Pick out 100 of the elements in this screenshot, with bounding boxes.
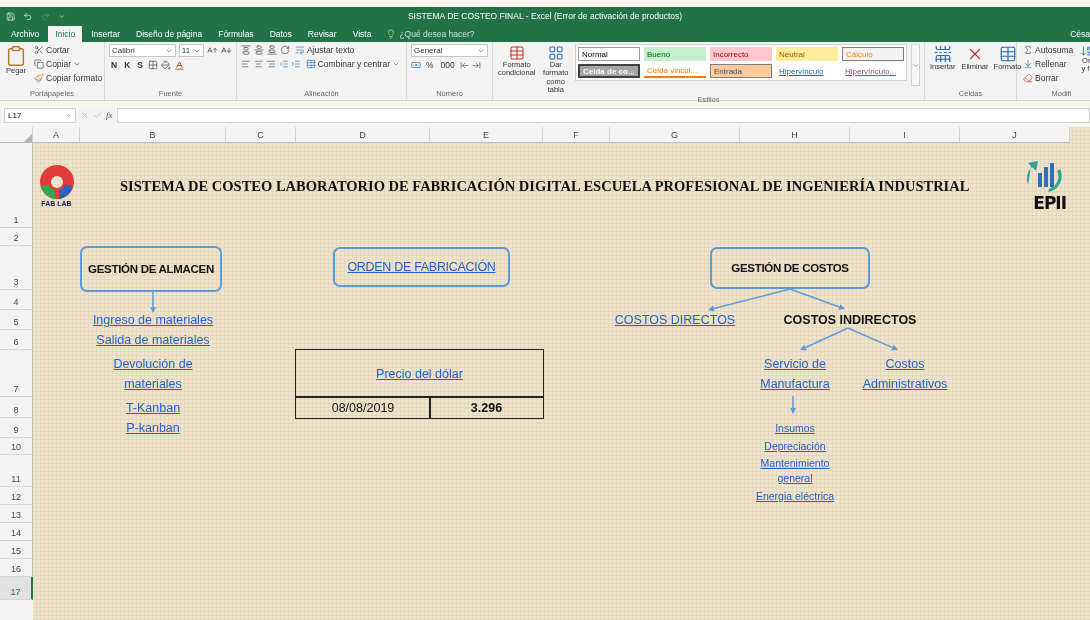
row-header[interactable]: 10 bbox=[0, 438, 33, 455]
row-header[interactable]: 14 bbox=[0, 523, 33, 541]
caret-icon bbox=[73, 60, 82, 68]
ribbon-tab[interactable]: Insertar bbox=[84, 26, 127, 42]
eraser-icon bbox=[1023, 73, 1033, 83]
hyperlink[interactable]: Servicio de Manufactura bbox=[740, 353, 850, 394]
row-header[interactable]: 4 bbox=[0, 290, 33, 310]
align-bottom-icon bbox=[267, 45, 277, 55]
column-header[interactable]: H bbox=[740, 127, 850, 143]
number-format-field[interactable]: General bbox=[411, 44, 488, 57]
hyperlink[interactable]: T-Kanban bbox=[125, 397, 181, 418]
column-header[interactable]: E bbox=[430, 127, 543, 143]
diagram-box: GESTIÓN DE ALMACEN bbox=[80, 246, 222, 292]
font-name-field[interactable]: Calibri bbox=[109, 44, 176, 57]
hyperlink[interactable]: COSTOS DIRECTOS bbox=[614, 310, 736, 330]
insert-function-button[interactable]: fx bbox=[106, 110, 113, 120]
merge-icon bbox=[305, 59, 316, 69]
column-header[interactable]: I bbox=[850, 127, 960, 143]
row-header[interactable]: 17 bbox=[0, 577, 33, 600]
column-header[interactable]: G bbox=[610, 127, 740, 143]
row-header[interactable]: 7 bbox=[0, 350, 33, 397]
arrow bbox=[800, 327, 849, 351]
row-header[interactable]: 12 bbox=[0, 487, 33, 505]
cell-style[interactable]: Entrada bbox=[710, 64, 772, 78]
row-header[interactable]: 2 bbox=[0, 228, 33, 246]
cell-style[interactable]: Incorrecto bbox=[710, 47, 772, 61]
arrow bbox=[790, 395, 796, 414]
ribbon-tab[interactable]: Vista bbox=[345, 26, 379, 42]
placeholder-text: ¿Qué desea hacer? bbox=[399, 29, 475, 39]
undo-icon bbox=[23, 10, 33, 22]
hyperlink[interactable]: Ingreso de materiales bbox=[92, 310, 214, 330]
name-box[interactable]: L17 bbox=[4, 107, 76, 123]
column-header[interactable]: J bbox=[960, 127, 1070, 143]
column-header[interactable]: C bbox=[226, 127, 296, 143]
align-right-icon bbox=[266, 59, 276, 69]
column-header[interactable]: B bbox=[80, 127, 226, 143]
hyperlink[interactable]: Salida de materiales bbox=[96, 330, 210, 350]
hyperlink[interactable]: Insumos bbox=[775, 420, 815, 436]
ribbon-tab[interactable]: Inicio bbox=[48, 26, 83, 42]
hyperlink[interactable]: Depreciación bbox=[764, 439, 826, 454]
row-header[interactable]: 5 bbox=[0, 310, 33, 330]
cell-style[interactable]: Hipervínculo... bbox=[842, 64, 904, 78]
thousands-button[interactable]: 000 bbox=[438, 59, 457, 71]
hyperlink[interactable]: ORDEN DE FABRICACIÓN bbox=[347, 257, 496, 277]
ribbon-tab[interactable]: Archivo bbox=[4, 26, 47, 42]
fill-button[interactable]: Rellenar bbox=[1021, 58, 1076, 70]
cut-button[interactable]: Cortar bbox=[32, 44, 105, 56]
indent-decrease-icon bbox=[278, 59, 289, 69]
font-style-button[interactable]: K bbox=[122, 59, 133, 71]
row-header[interactable]: 1 bbox=[0, 143, 33, 228]
formula-input[interactable] bbox=[116, 107, 1090, 123]
cell-style[interactable]: Bueno bbox=[644, 47, 706, 61]
column-header[interactable]: A bbox=[33, 127, 80, 143]
autosum-button[interactable]: Autosuma bbox=[1021, 44, 1076, 56]
hyperlink[interactable]: Precio del dólar bbox=[376, 363, 463, 384]
format-cells-icon bbox=[998, 45, 1017, 63]
column-header[interactable]: F bbox=[543, 127, 610, 143]
row-header[interactable]: 3 bbox=[0, 246, 33, 290]
gallery-scrollbar[interactable] bbox=[911, 44, 920, 86]
tell-me-field[interactable]: ¿Qué desea hacer? bbox=[380, 26, 481, 42]
insert-cells-icon bbox=[933, 45, 952, 63]
indent-increase-icon bbox=[291, 59, 301, 69]
merge-center-button[interactable]: Combinar y centrar bbox=[303, 58, 402, 70]
hyperlink[interactable]: P-kanban bbox=[126, 418, 180, 438]
row-header[interactable]: 9 bbox=[0, 418, 33, 438]
column-header[interactable]: D bbox=[296, 127, 430, 143]
row-header[interactable]: 8 bbox=[0, 397, 33, 418]
paintbrush-icon bbox=[34, 73, 44, 83]
row-header[interactable]: 15 bbox=[0, 541, 33, 559]
row-header[interactable]: 13 bbox=[0, 505, 33, 523]
cancel-icon bbox=[80, 110, 89, 120]
scissors-icon bbox=[34, 45, 44, 55]
copy-button[interactable]: Copiar bbox=[32, 58, 105, 70]
user-name[interactable]: Césa bbox=[1070, 26, 1090, 42]
format-painter-button[interactable]: Copiar formato bbox=[32, 72, 105, 84]
wrap-text-button[interactable]: Ajustar texto bbox=[293, 44, 357, 56]
row-header[interactable]: 11 bbox=[0, 455, 33, 487]
sigma-icon bbox=[1023, 45, 1033, 55]
ribbon-tab[interactable]: Datos bbox=[262, 26, 299, 42]
hyperlink[interactable]: Costos Administrativos bbox=[850, 353, 960, 394]
font-style-button[interactable]: N bbox=[109, 59, 120, 71]
font-style-button[interactable]: S bbox=[135, 59, 145, 71]
clear-button[interactable]: Borrar bbox=[1021, 72, 1076, 84]
ribbon-tab[interactable]: Revisar bbox=[300, 26, 344, 42]
caret-icon bbox=[392, 60, 400, 68]
row-header[interactable]: 6 bbox=[0, 330, 33, 350]
hyperlink[interactable]: Energia eléctrica bbox=[755, 488, 835, 504]
ribbon-tab[interactable]: Fórmulas bbox=[211, 26, 261, 42]
shrink-font-icon bbox=[221, 45, 232, 56]
percent-button[interactable]: % bbox=[424, 59, 436, 71]
hyperlink[interactable]: Devolución de materiales bbox=[98, 353, 208, 394]
orientation-icon bbox=[280, 45, 290, 55]
hyperlink[interactable]: Mantenimiento general bbox=[750, 456, 840, 486]
font-size-field[interactable]: 11 bbox=[178, 44, 205, 57]
cell-style[interactable]: Hipervínculo bbox=[776, 64, 838, 78]
ribbon-tab[interactable]: Diseño de página bbox=[129, 26, 210, 42]
row-header[interactable]: 16 bbox=[0, 559, 33, 577]
table-cell: 08/08/2019 bbox=[295, 396, 431, 419]
cell-style[interactable]: Neutral bbox=[776, 47, 838, 61]
cell-style[interactable]: Normal bbox=[578, 47, 640, 61]
